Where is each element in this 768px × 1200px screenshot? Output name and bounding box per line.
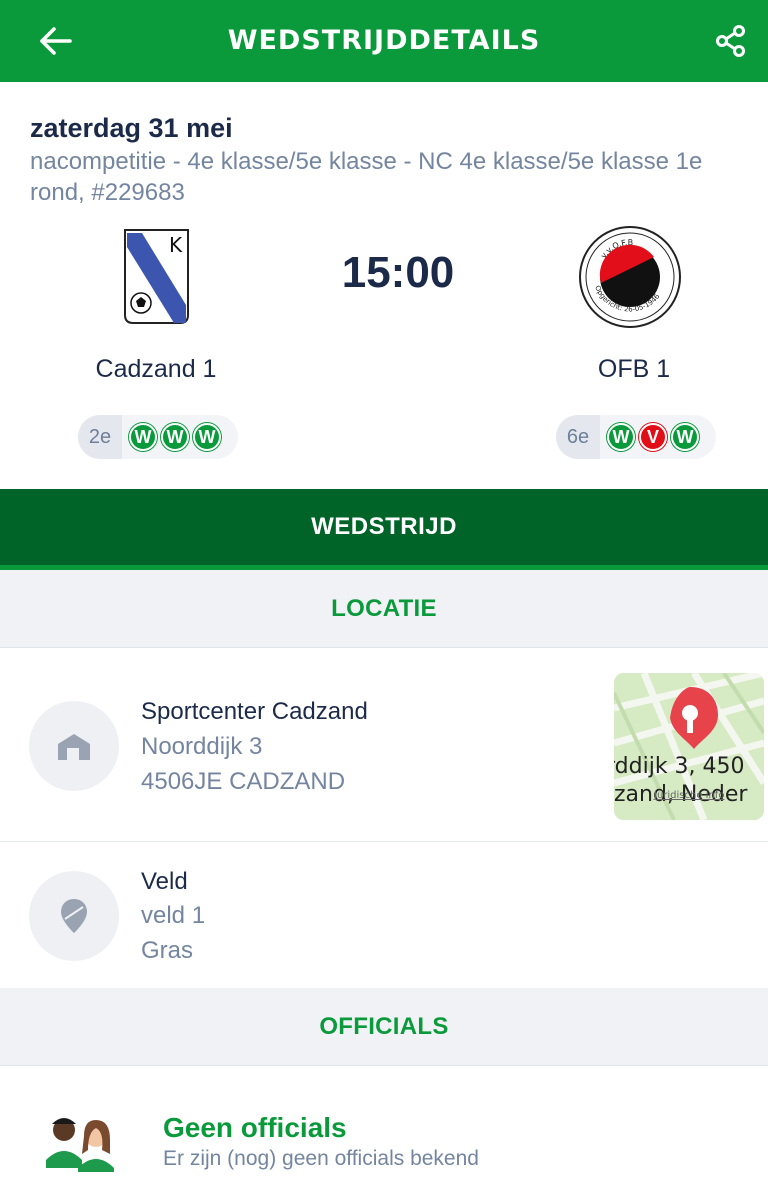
form-result-badge: W <box>129 423 157 451</box>
away-team-position: 6e <box>556 415 600 459</box>
field-name: veld 1 <box>141 902 206 929</box>
home-team-form: 2e W W W <box>78 415 238 459</box>
home-team-position: 2e <box>78 415 122 459</box>
field-surface: Gras <box>141 937 194 964</box>
field-row: Veld veld 1 Gras <box>0 843 768 988</box>
away-team-name[interactable]: OFB 1 <box>524 355 744 384</box>
form-result-badge: W <box>193 423 221 451</box>
competition-info: nacompetitie - 4e klasse/5e klasse - NC … <box>30 148 703 206</box>
away-team-crest[interactable]: v.v.O.F.B Opgericht: 26-05-1946 <box>570 222 690 332</box>
home-team-crest[interactable]: K <box>97 222 217 332</box>
ofb-crest-icon: v.v.O.F.B Opgericht: 26-05-1946 <box>579 226 681 328</box>
share-button[interactable] <box>708 18 754 64</box>
form-result-badge: V <box>639 423 667 451</box>
app-bar: WEDSTRIJDDETAILS <box>0 0 768 82</box>
share-icon <box>716 25 745 57</box>
officials-row <box>0 1066 768 1200</box>
form-result-badge: W <box>607 423 635 451</box>
venue-name: Sportcenter Cadzand <box>141 698 368 725</box>
officials-subtitle: Er zijn (nog) geen officials bekend <box>163 1147 479 1170</box>
cadzand-crest-icon: K <box>124 229 189 324</box>
map-label-1: rddijk 3, 450 <box>614 754 745 779</box>
building-icon <box>58 734 90 760</box>
field-icon-container <box>29 871 119 961</box>
location-section-header: LOCATIE <box>0 570 768 648</box>
map-thumbnail[interactable]: rddijk 3, 450 zand, Neder Juridische inf… <box>614 673 764 820</box>
home-team-name[interactable]: Cadzand 1 <box>46 355 266 384</box>
field-label: Veld <box>141 868 188 895</box>
venue-icon-container <box>29 701 119 791</box>
venue-postal-city: 4506JE CADZAND <box>141 768 346 795</box>
officials-title: Geen officials <box>163 1112 347 1143</box>
venue-street: Noorddijk 3 <box>141 733 263 760</box>
officials-section-header: OFFICIALS <box>0 988 768 1066</box>
away-team-form: 6e W V W <box>556 415 716 459</box>
match-date: zaterdag 31 mei <box>30 113 233 143</box>
officials-illustration-icon <box>46 1118 114 1172</box>
form-result-badge: W <box>671 423 699 451</box>
tab-wedstrijd[interactable]: WEDSTRIJD <box>0 489 768 565</box>
map-legal-link: Juridische info <box>653 790 724 801</box>
map-image: rddijk 3, 450 zand, Neder Juridische inf… <box>614 673 764 820</box>
venue-row[interactable]: Sportcenter Cadzand Noorddijk 3 4506JE C… <box>0 648 768 842</box>
kickoff-time: 15:00 <box>341 248 455 297</box>
form-result-badge: W <box>161 423 189 451</box>
location-pin-icon <box>61 899 87 933</box>
crest-letter: K <box>169 233 183 257</box>
page-title: WEDSTRIJDDETAILS <box>227 25 541 56</box>
